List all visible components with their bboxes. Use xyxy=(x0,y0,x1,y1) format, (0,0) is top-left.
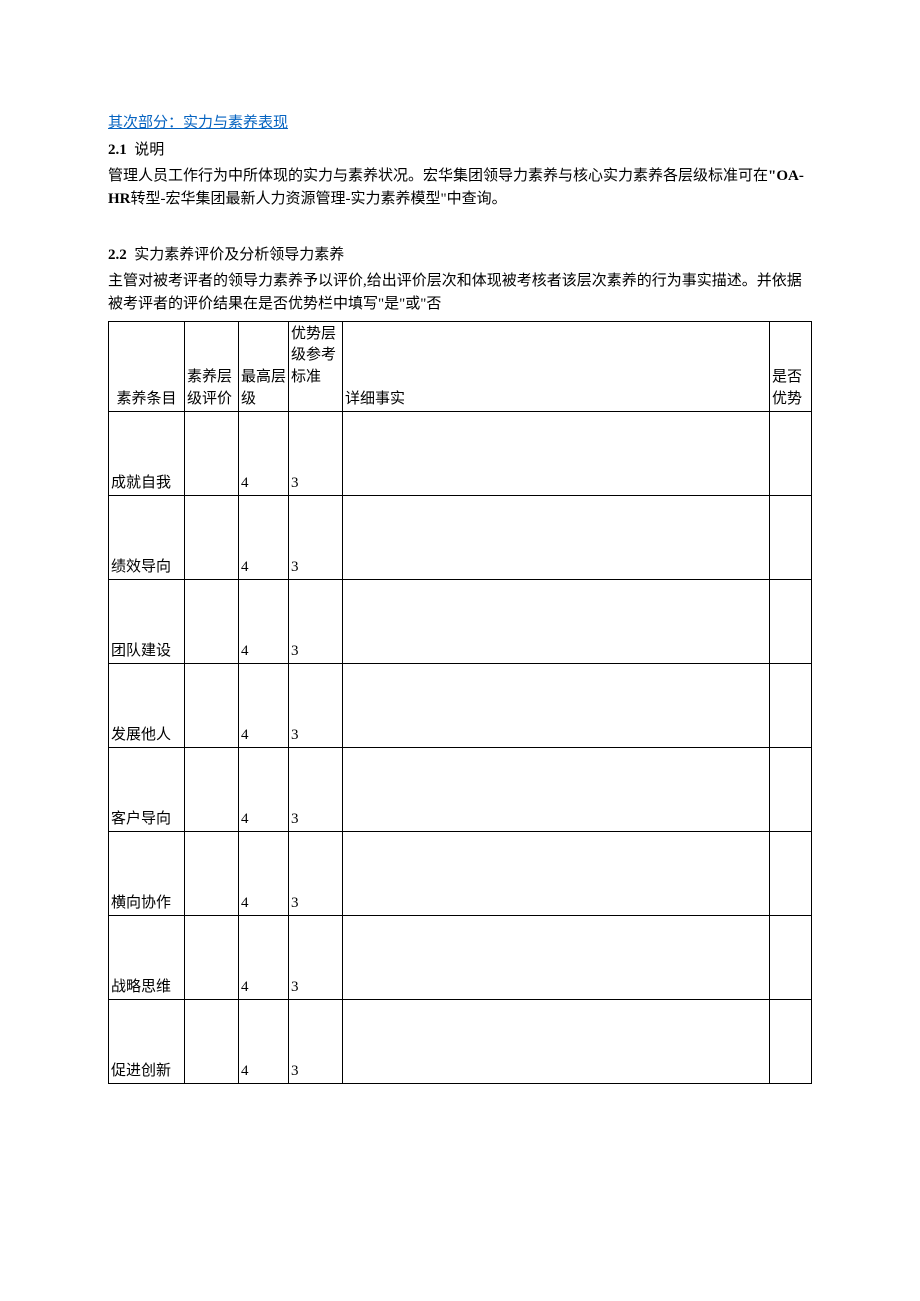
cell-item: 发展他人 xyxy=(109,663,185,747)
cell-eval xyxy=(185,831,239,915)
cell-ref: 3 xyxy=(289,999,343,1083)
heading-text: 实力素养评价及分析领导力素养 xyxy=(134,247,344,263)
cell-fact xyxy=(343,831,770,915)
cell-eval xyxy=(185,579,239,663)
heading-2-2: 2.2 实力素养评价及分析领导力素养 xyxy=(108,244,812,267)
cell-adv xyxy=(770,495,812,579)
section-title-link[interactable]: 其次部分：实力与素养表现 xyxy=(108,112,812,135)
table-row: 成就自我 43 xyxy=(109,411,812,495)
cell-max: 4 xyxy=(239,663,289,747)
cell-fact xyxy=(343,411,770,495)
cell-ref: 3 xyxy=(289,831,343,915)
cell-fact xyxy=(343,495,770,579)
para1-text2: 转型-宏华集团最新人力资源管理-实力素养模型"中查询。 xyxy=(131,191,507,207)
table-row: 发展他人 43 xyxy=(109,663,812,747)
cell-eval xyxy=(185,915,239,999)
cell-item: 横向协作 xyxy=(109,831,185,915)
table-row: 促进创新 43 xyxy=(109,999,812,1083)
cell-fact xyxy=(343,999,770,1083)
heading-number: 2.1 xyxy=(108,142,127,158)
col-header-adv: 是否优势 xyxy=(770,321,812,411)
col-header-ref: 优势层级参考标准 xyxy=(289,321,343,411)
paragraph-2-1: 管理人员工作行为中所体现的实力与素养状况。宏华集团领导力素养与核心实力素养各层级… xyxy=(108,165,812,212)
cell-fact xyxy=(343,747,770,831)
table-row: 绩效导向 43 xyxy=(109,495,812,579)
cell-adv xyxy=(770,579,812,663)
cell-ref: 3 xyxy=(289,915,343,999)
cell-adv xyxy=(770,747,812,831)
table-row: 横向协作 43 xyxy=(109,831,812,915)
col-header-max: 最高层级 xyxy=(239,321,289,411)
paragraph-2-2: 主管对被考评者的领导力素养予以评价,给出评价层次和体现被考核者该层次素养的行为事… xyxy=(108,270,812,317)
competency-table: 素养条目 素养层级评价 最高层级 优势层级参考标准 详细事实 是否优势 成就自我… xyxy=(108,321,812,1084)
table-row: 战略思维 43 xyxy=(109,915,812,999)
cell-item: 促进创新 xyxy=(109,999,185,1083)
cell-ref: 3 xyxy=(289,495,343,579)
col-header-eval: 素养层级评价 xyxy=(185,321,239,411)
cell-adv xyxy=(770,831,812,915)
cell-adv xyxy=(770,411,812,495)
heading-number: 2.2 xyxy=(108,247,127,263)
cell-eval xyxy=(185,999,239,1083)
cell-item: 客户导向 xyxy=(109,747,185,831)
col-header-item: 素养条目 xyxy=(109,321,185,411)
cell-max: 4 xyxy=(239,915,289,999)
cell-item: 团队建设 xyxy=(109,579,185,663)
cell-max: 4 xyxy=(239,831,289,915)
cell-adv xyxy=(770,915,812,999)
cell-fact xyxy=(343,579,770,663)
cell-eval xyxy=(185,663,239,747)
cell-ref: 3 xyxy=(289,411,343,495)
para1-text1: 管理人员工作行为中所体现的实力与素养状况。宏华集团领导力素养与核心实力素养各层级… xyxy=(108,168,768,184)
col-header-fact: 详细事实 xyxy=(343,321,770,411)
cell-item: 绩效导向 xyxy=(109,495,185,579)
cell-adv xyxy=(770,663,812,747)
cell-max: 4 xyxy=(239,579,289,663)
cell-max: 4 xyxy=(239,495,289,579)
cell-ref: 3 xyxy=(289,663,343,747)
table-row: 客户导向 43 xyxy=(109,747,812,831)
cell-max: 4 xyxy=(239,411,289,495)
table-row: 团队建设 43 xyxy=(109,579,812,663)
heading-text: 说明 xyxy=(134,142,164,158)
cell-eval xyxy=(185,747,239,831)
cell-item: 成就自我 xyxy=(109,411,185,495)
heading-2-1: 2.1 说明 xyxy=(108,139,812,162)
cell-ref: 3 xyxy=(289,747,343,831)
cell-max: 4 xyxy=(239,999,289,1083)
cell-item: 战略思维 xyxy=(109,915,185,999)
cell-adv xyxy=(770,999,812,1083)
cell-fact xyxy=(343,915,770,999)
cell-max: 4 xyxy=(239,747,289,831)
cell-ref: 3 xyxy=(289,579,343,663)
cell-eval xyxy=(185,411,239,495)
cell-eval xyxy=(185,495,239,579)
cell-fact xyxy=(343,663,770,747)
table-header-row: 素养条目 素养层级评价 最高层级 优势层级参考标准 详细事实 是否优势 xyxy=(109,321,812,411)
